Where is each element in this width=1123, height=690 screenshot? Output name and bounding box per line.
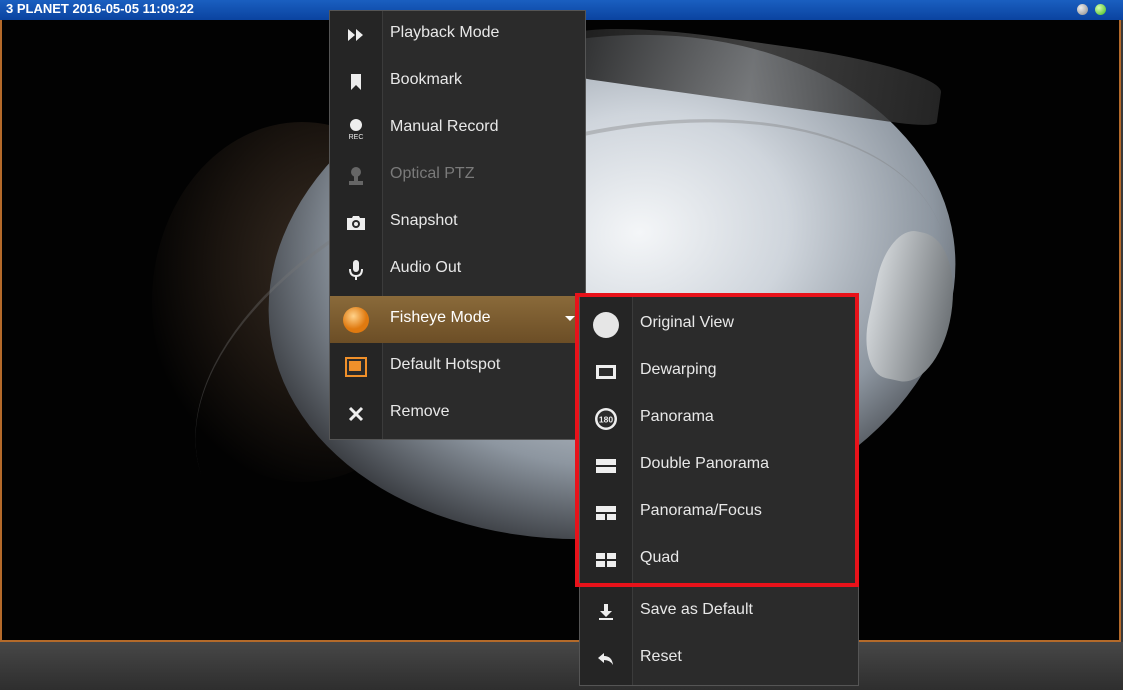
menu-item-label: Default Hotspot [390, 356, 501, 373]
circle-view-icon [580, 301, 632, 348]
submenu-item-reset[interactable]: Reset [580, 635, 858, 682]
menu-item-label: Manual Record [390, 118, 499, 135]
menu-item-label: Playback Mode [390, 24, 500, 41]
menu-item-remove[interactable]: Remove [330, 390, 585, 437]
menu-item-manual-record[interactable]: REC Manual Record [330, 105, 585, 152]
submenu-item-label: Dewarping [640, 361, 717, 378]
menu-item-audio-out[interactable]: Audio Out [330, 246, 585, 293]
submenu-arrow-icon [565, 316, 575, 321]
submenu-item-double-panorama[interactable]: Double Panorama [580, 442, 858, 489]
submenu-item-quad[interactable]: Quad [580, 536, 858, 583]
camera-title: 3 PLANET 2016-05-05 11:09:22 [6, 1, 194, 16]
hotspot-icon [330, 343, 382, 390]
joystick-icon [330, 152, 382, 199]
submenu-item-panorama-focus[interactable]: Panorama/Focus [580, 489, 858, 536]
menu-item-optical-ptz[interactable]: Optical PTZ [330, 152, 585, 199]
fast-forward-icon [330, 11, 382, 58]
reset-arrow-icon [580, 635, 632, 682]
download-icon [580, 588, 632, 635]
submenu-item-label: Save as Default [640, 601, 753, 618]
menu-item-label: Bookmark [390, 71, 463, 88]
fisheye-mode-submenu: Original View Dewarping 180 Panorama Dou… [579, 296, 859, 686]
record-icon-text: REC [349, 134, 364, 141]
menu-item-label: Snapshot [390, 212, 458, 229]
menu-item-label: Fisheye Mode [390, 309, 491, 326]
camera-context-menu: Playback Mode Bookmark REC Manual Record… [329, 10, 586, 440]
menu-item-default-hotspot[interactable]: Default Hotspot [330, 343, 585, 390]
panorama-focus-icon [580, 489, 632, 536]
menu-item-bookmark[interactable]: Bookmark [330, 58, 585, 105]
menu-item-label: Optical PTZ [390, 165, 475, 182]
submenu-item-label: Quad [640, 549, 680, 566]
status-led-green-icon [1095, 4, 1106, 15]
menu-item-playback-mode[interactable]: Playback Mode [330, 11, 585, 58]
status-led-gray-icon [1077, 4, 1088, 15]
submenu-item-label: Original View [640, 314, 734, 331]
panorama-180-icon-text: 180 [599, 414, 613, 424]
submenu-item-label: Panorama/Focus [640, 502, 762, 519]
submenu-item-dewarping[interactable]: Dewarping [580, 348, 858, 395]
submenu-item-label: Panorama [640, 408, 714, 425]
record-icon: REC [330, 105, 382, 152]
menu-item-snapshot[interactable]: Snapshot [330, 199, 585, 246]
panorama-180-icon: 180 [580, 395, 632, 442]
microphone-icon [330, 246, 382, 293]
menu-item-fisheye-mode[interactable]: Fisheye Mode [330, 296, 585, 343]
submenu-item-save-as-default[interactable]: Save as Default [580, 588, 858, 635]
menu-item-label: Audio Out [390, 259, 462, 276]
submenu-item-label: Double Panorama [640, 455, 769, 472]
camera-icon [330, 199, 382, 246]
menu-item-label: Remove [390, 403, 450, 420]
double-panorama-icon [580, 442, 632, 489]
submenu-item-original-view[interactable]: Original View [580, 301, 858, 348]
fisheye-orb-icon [330, 296, 382, 343]
submenu-item-label: Reset [640, 648, 682, 665]
quad-icon [580, 536, 632, 583]
submenu-item-panorama[interactable]: 180 Panorama [580, 395, 858, 442]
bookmark-icon [330, 58, 382, 105]
bottom-toolbar-strip [0, 642, 1123, 690]
dewarp-rect-icon [580, 348, 632, 395]
close-icon [330, 390, 382, 437]
